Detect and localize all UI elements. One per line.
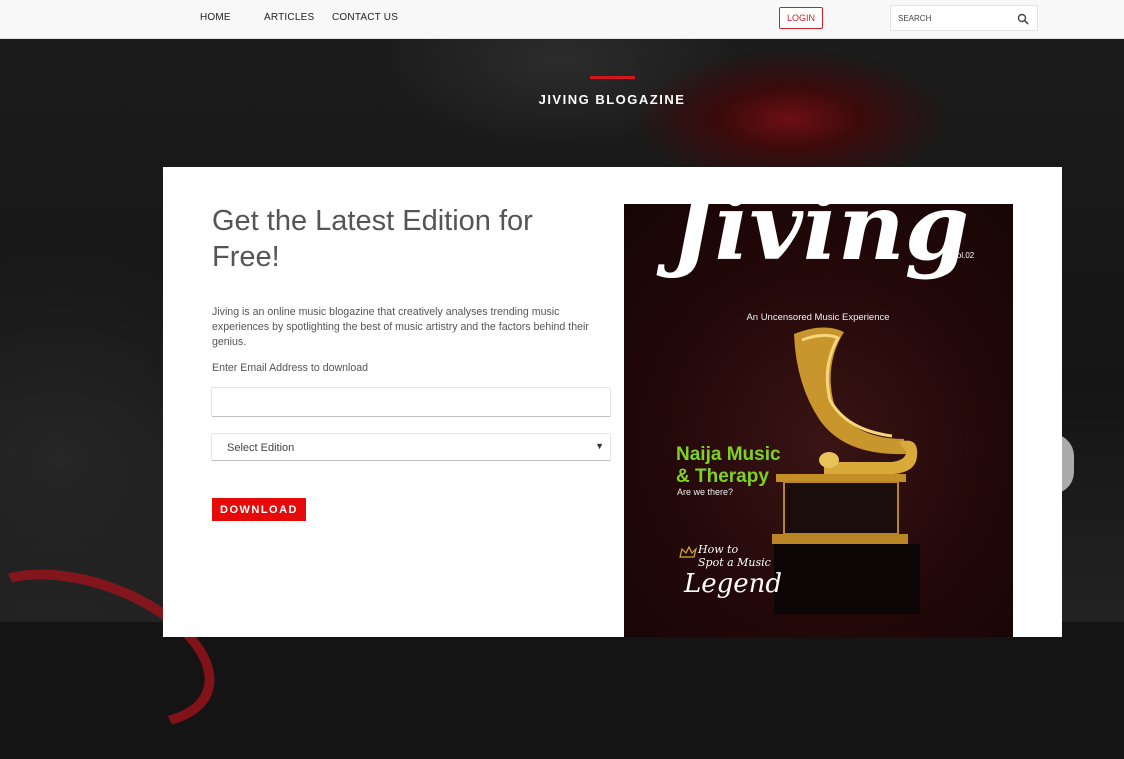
hero-title: JIVING BLOGAZINE <box>538 92 686 107</box>
cover-headline-line2: & Therapy <box>676 466 769 487</box>
cover-feature-line1: How to <box>697 543 739 556</box>
hero-accent-line <box>590 76 635 79</box>
top-navbar: HOME ARTICLES CONTACT US LOGIN <box>0 0 1124 39</box>
card-heading: Get the Latest Edition for Free! <box>212 205 533 273</box>
magazine-cover: Jiving Vol.02 An Uncensored Music Experi… <box>624 204 1013 637</box>
edition-select-value: Select Edition <box>227 442 295 454</box>
search-box <box>890 5 1038 31</box>
cover-tagline: An Uncensored Music Experience <box>746 312 889 323</box>
cover-feature-line2: Spot a Music <box>698 556 771 569</box>
dropdown-arrow-icon: ▼ <box>595 441 604 451</box>
download-card: Get the Latest Edition for Free! Jiving … <box>163 167 1062 637</box>
search-icon[interactable] <box>1017 13 1029 25</box>
card-description: Jiving is an online music blogazine that… <box>212 306 589 348</box>
cover-brand: Jiving <box>656 204 969 281</box>
nav-articles-link[interactable]: ARTICLES <box>264 12 314 23</box>
cover-feature-line3: Legend <box>683 569 782 599</box>
magazine-cover-art: Jiving Vol.02 An Uncensored Music Experi… <box>656 204 975 614</box>
cover-headline-line1: Naija Music <box>676 444 781 465</box>
edition-select[interactable]: Select Edition ▼ <box>211 433 611 461</box>
email-field[interactable] <box>211 387 611 417</box>
cover-subhead: Are we there? <box>677 487 733 497</box>
download-button[interactable]: DOWNLOAD <box>212 498 306 521</box>
crown-icon <box>679 545 698 558</box>
gramophone-icon <box>772 327 920 614</box>
nav-home-link[interactable]: HOME <box>200 12 231 23</box>
email-label: Enter Email Address to download <box>212 362 369 374</box>
login-button[interactable]: LOGIN <box>779 7 823 29</box>
cover-volume: Vol.02 <box>952 251 975 260</box>
nav-contact-link[interactable]: CONTACT US <box>332 12 398 23</box>
search-input[interactable] <box>898 11 1008 25</box>
